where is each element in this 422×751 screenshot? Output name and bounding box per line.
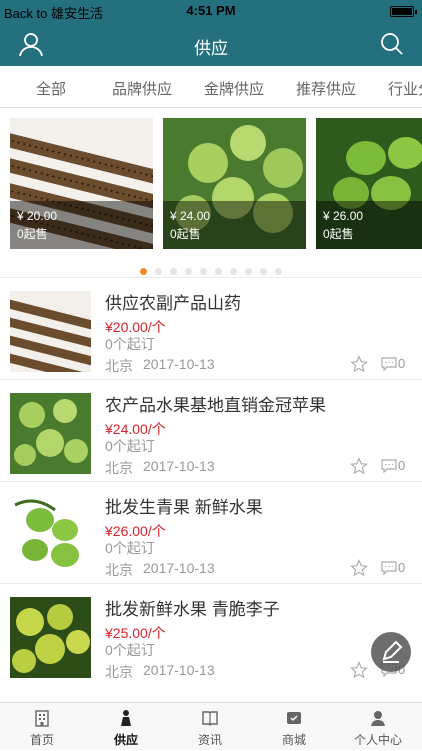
user-icon [371,711,385,726]
carousel-price: ¥ 20.00 [17,209,58,223]
product-title: 农产品水果基地直销金冠苹果 [105,396,326,415]
carousel-dot[interactable] [155,268,162,275]
tabbar-label: 首页 [29,733,54,747]
comment-count: 0 [398,458,406,473]
tabbar-label: 个人中心 [353,733,402,747]
star-icon[interactable] [350,457,368,475]
carousel-dot[interactable] [230,268,237,275]
tabbar-label: 商城 [281,733,306,747]
tabbar-news[interactable]: 资讯 [168,703,252,751]
tabbar-supply[interactable]: 供应 [84,703,168,751]
product-date: 2017-10-13 [143,560,215,576]
tabbar-label: 资讯 [197,733,222,747]
list-item[interactable]: 批发新鲜水果 青脆李子 ¥25.00/个 0个起订 北京 2017-10-13 … [0,583,422,685]
category-tabs: 全部 品牌供应 金牌供应 推荐供应 行业分 [0,66,422,108]
product-date: 2017-10-13 [143,662,215,678]
product-title: 供应农副产品山药 [105,294,241,313]
carousel-price: ¥ 26.00 [323,209,364,223]
tab-gold-supply[interactable]: 金牌供应 [204,78,264,99]
tabbar-home[interactable]: 首页 [0,703,84,751]
carousel-dot[interactable] [260,268,267,275]
carousel-card[interactable]: ¥ 20.00 0起售 [10,118,153,249]
comment-icon[interactable] [381,459,397,473]
green-apple-thumbnail [10,393,91,474]
product-location: 北京 [105,460,133,476]
product-moq: 0个起订 [105,438,155,454]
carousel-dot[interactable] [140,268,147,275]
nav-bar: 供应 [0,22,422,66]
carousel-dot[interactable] [185,268,192,275]
building-icon [35,710,49,727]
list-item[interactable]: 供应农副产品山药 ¥20.00/个 0个起订 北京 2017-10-13 0 [0,277,422,379]
product-title: 批发新鲜水果 青脆李子 [105,600,280,619]
product-date: 2017-10-13 [143,458,215,474]
product-moq: 0个起订 [105,540,155,556]
product-location: 北京 [105,664,133,680]
tab-brand-supply[interactable]: 品牌供应 [112,78,172,99]
product-list: 供应农副产品山药 ¥20.00/个 0个起订 北京 2017-10-13 0 农… [0,277,422,685]
carousel-dot[interactable] [215,268,222,275]
star-icon[interactable] [350,661,368,679]
carousel-dot[interactable] [245,268,252,275]
list-item[interactable]: 农产品水果基地直销金冠苹果 ¥24.00/个 0个起订 北京 2017-10-1… [0,379,422,481]
tabbar-label: 供应 [113,733,138,747]
status-time: 4:51 PM [186,3,236,18]
page-title: 供应 [194,39,228,58]
product-moq: 0个起订 [105,642,155,658]
carousel-dot[interactable] [200,268,207,275]
yam-thumbnail [10,291,91,372]
tab-all[interactable]: 全部 [36,78,66,99]
carousel-moq: 0起售 [323,227,354,241]
plum-thumbnail [10,597,91,678]
comment-count: 0 [398,356,406,371]
carousel-moq: 0起售 [170,227,201,241]
green-fruit-thumbnail [10,495,91,576]
status-bar: Back to 雄安生活 4:51 PM [0,0,422,22]
bottom-tab-bar: 首页 供应 资讯 商城 个人中心 [0,702,422,750]
shop-icon [287,712,301,724]
carousel-moq: 0起售 [17,227,48,241]
carousel-dot[interactable] [170,268,177,275]
carousel-price: ¥ 24.00 [170,209,211,223]
battery-icon [390,6,417,17]
search-icon[interactable] [380,32,404,56]
star-icon[interactable] [350,355,368,373]
book-icon [202,711,218,726]
tabbar-mall[interactable]: 商城 [252,703,336,751]
product-location: 北京 [105,562,133,578]
product-location: 北京 [105,358,133,374]
tab-recommended-supply[interactable]: 推荐供应 [296,78,356,99]
edit-icon [382,640,403,663]
comment-icon[interactable] [381,357,397,371]
carousel-dot[interactable] [275,268,282,275]
carousel-card[interactable]: ¥ 26.00 0起售 [316,118,422,249]
compose-button[interactable] [371,632,411,672]
product-moq: 0个起订 [105,336,155,352]
comment-icon[interactable] [381,561,397,575]
tabbar-profile[interactable]: 个人中心 [336,703,420,751]
comment-count: 0 [398,560,406,575]
person-icon [121,710,131,726]
product-date: 2017-10-13 [143,356,215,372]
featured-carousel[interactable]: ¥ 20.00 0起售 ¥ 24.00 0起售 ¥ 26.00 0起售 [0,108,422,273]
list-item[interactable]: 批发生青果 新鲜水果 ¥26.00/个 0个起订 北京 2017-10-13 0 [0,481,422,583]
carousel-card[interactable]: ¥ 24.00 0起售 [163,118,306,249]
star-icon[interactable] [350,559,368,577]
tab-industry[interactable]: 行业分 [388,78,422,99]
product-title: 批发生青果 新鲜水果 [105,498,263,517]
